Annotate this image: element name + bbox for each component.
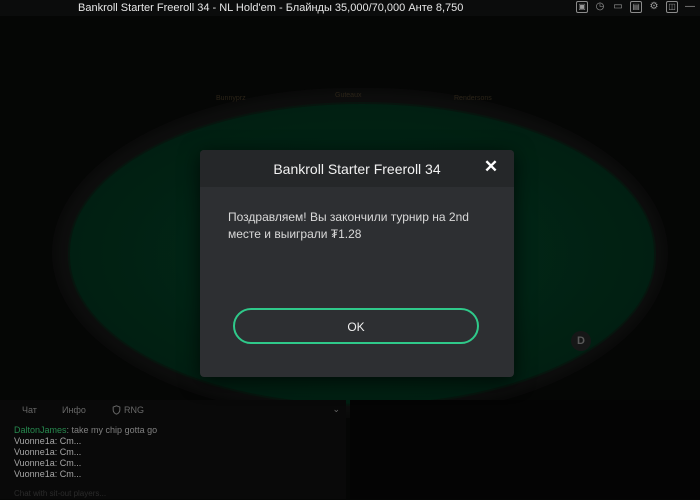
- clock-icon[interactable]: ◷: [594, 1, 606, 13]
- chat-panel: Чат Инфо RNG ⌄ DaltonJames: take my chip…: [0, 400, 346, 499]
- chat-message: Vuonne1a: Cm...: [14, 436, 82, 446]
- folder-icon[interactable]: ▭: [612, 1, 624, 13]
- chat-tabs: Чат Инфо RNG ⌄: [0, 400, 346, 422]
- tab-rng-label: RNG: [124, 405, 144, 415]
- window-title: Bankroll Starter Freeroll 34 - NL Hold'e…: [78, 2, 464, 14]
- tab-info[interactable]: Инфо: [62, 405, 86, 415]
- chat-text: take my chip gotta go: [71, 425, 158, 435]
- tab-rng[interactable]: RNG: [112, 405, 144, 415]
- shield-icon: [112, 405, 121, 415]
- window-icon[interactable]: ▣: [576, 1, 588, 13]
- seat-label: Guteaux: [335, 92, 362, 99]
- chat-message: DaltonJames: take my chip gotta go: [14, 425, 158, 435]
- chat-input-hint[interactable]: Chat with sit-out players...: [14, 489, 106, 498]
- chat-message: Vuonne1a: Cm...: [14, 469, 82, 479]
- settings-icon[interactable]: ⚙: [648, 1, 660, 13]
- seat-label: Rendersons: [454, 95, 492, 102]
- dialog-title: Bankroll Starter Freeroll 34: [273, 161, 441, 177]
- dialog-message: Поздравляем! Вы закончили турнир на 2nd …: [228, 210, 469, 241]
- chat-author: DaltonJames: [14, 425, 67, 435]
- close-icon[interactable]: ✕: [483, 158, 499, 175]
- titlebar-icons: ▣ ◷ ▭ ▤ ⚙ ◫ —: [576, 1, 696, 13]
- tab-chat[interactable]: Чат: [22, 405, 37, 415]
- dealer-button: D: [571, 331, 591, 351]
- layout-icon[interactable]: ▤: [630, 1, 642, 13]
- action-panel: [350, 400, 700, 499]
- ok-button[interactable]: OK: [233, 308, 479, 344]
- chat-message: Vuonne1a: Cm...: [14, 447, 82, 457]
- dialog-header: Bankroll Starter Freeroll 34 ✕: [200, 150, 514, 187]
- chat-messages: DaltonJames: take my chip gotta go Vuonn…: [14, 425, 157, 480]
- tournament-result-dialog: Bankroll Starter Freeroll 34 ✕ Поздравля…: [200, 150, 514, 377]
- chevron-down-icon[interactable]: ⌄: [332, 404, 340, 415]
- user-icon[interactable]: ◫: [666, 1, 678, 13]
- window-titlebar: Bankroll Starter Freeroll 34 - NL Hold'e…: [0, 0, 700, 16]
- chat-message: Vuonne1a: Cm...: [14, 458, 82, 468]
- minimize-icon[interactable]: —: [684, 1, 696, 13]
- seat-label: Bunnyprz: [216, 95, 246, 102]
